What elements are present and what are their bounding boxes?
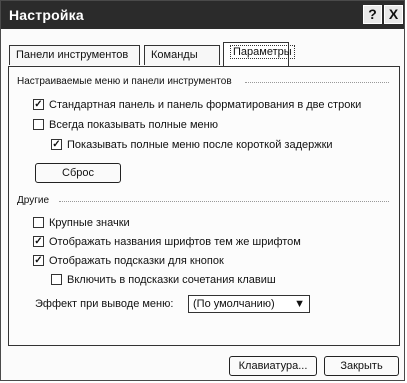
customize-dialog: Настройка ? X Панели инструментов Команд… [0, 0, 405, 381]
chevron-down-icon[interactable]: ▼ [294, 296, 305, 312]
checkbox-two-rows[interactable]: ✓ [33, 99, 44, 110]
menu-effect-value: (По умолчанию) [193, 298, 275, 310]
option-two-rows-label: Стандартная панель и панель форматирован… [49, 99, 362, 111]
reset-button[interactable]: Сброс [35, 163, 121, 183]
checkbox-font-names[interactable]: ✓ [33, 236, 44, 247]
menu-effect-label: Эффект при выводе меню: [35, 298, 174, 310]
checkbox-shortcut-keys[interactable] [51, 274, 62, 285]
option-full-menus-label: Всегда показывать полные меню [49, 119, 218, 131]
checkbox-tooltips[interactable]: ✓ [33, 255, 44, 266]
close-window-button[interactable]: X [384, 5, 403, 24]
section-menus-label: Настраиваемые меню и панели инструментов [17, 76, 232, 87]
option-tooltips-label: Отображать подсказки для кнопок [49, 255, 224, 267]
section-other-divider [59, 201, 389, 202]
tab-options[interactable]: Параметры [223, 42, 295, 66]
option-shortcut-keys-label: Включить в подсказки сочетания клавиш [67, 274, 276, 286]
title-bar: Настройка ? X [1, 1, 404, 29]
tab-commands[interactable]: Команды [144, 45, 220, 65]
window-title: Настройка [9, 7, 84, 23]
option-delay-label: Показывать полные меню после короткой за… [67, 139, 333, 151]
menu-effect-select[interactable]: (По умолчанию) ▼ [188, 295, 310, 313]
help-button[interactable]: ? [363, 5, 382, 24]
section-menus-divider [245, 82, 389, 83]
close-button[interactable]: Закрыть [324, 356, 399, 376]
option-large-icons-label: Крупные значки [49, 217, 130, 229]
option-font-names-label: Отображать названия шрифтов тем же шрифт… [49, 236, 301, 248]
tab-options-label: Параметры [230, 45, 295, 59]
tab-toolbars[interactable]: Панели инструментов [9, 45, 140, 65]
checkbox-delay[interactable]: ✓ [51, 139, 62, 150]
checkbox-full-menus[interactable] [33, 119, 44, 130]
keyboard-button[interactable]: Клавиатура... [229, 356, 317, 376]
checkbox-large-icons[interactable] [33, 217, 44, 228]
section-other-label: Другие [17, 195, 50, 206]
options-panel: Настраиваемые меню и панели инструментов… [8, 66, 400, 346]
